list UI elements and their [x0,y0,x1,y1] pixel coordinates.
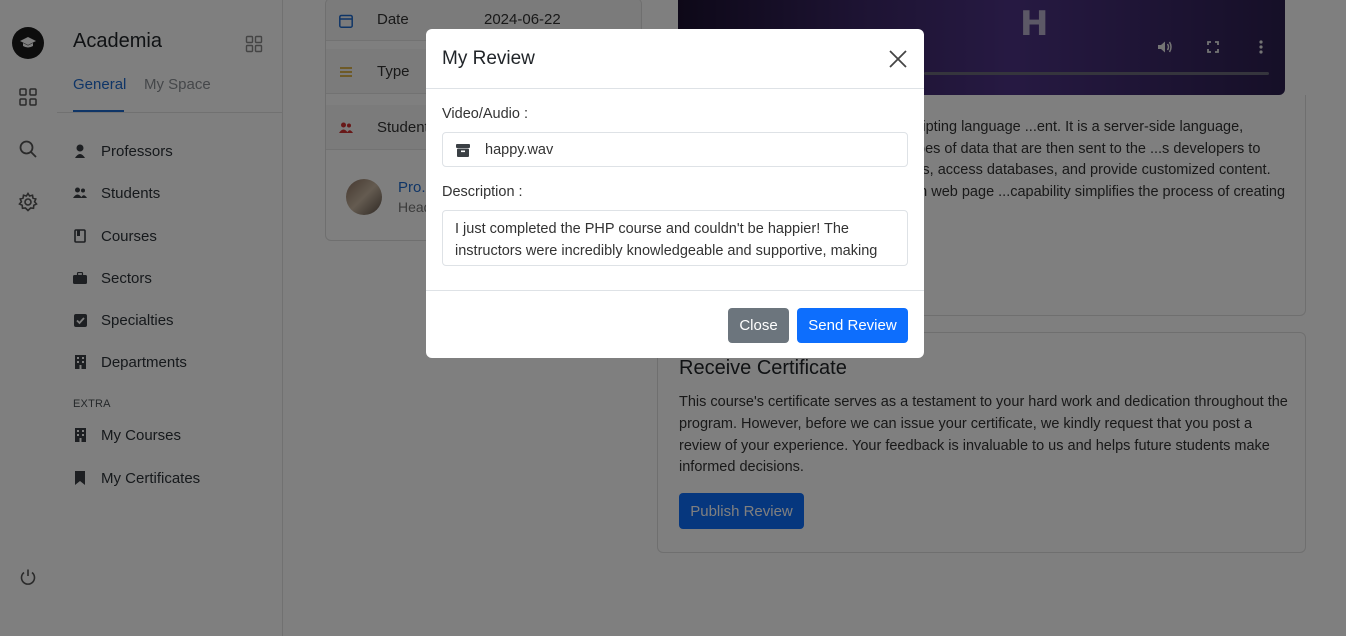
description-text: I just completed the PHP course and coul… [455,221,894,265]
review-modal: My Review Video/Audio : happy.wav Descri… [426,29,924,358]
archive-box-icon [456,144,470,158]
modal-footer: Close Send Review [426,290,924,358]
modal-header: My Review [426,29,924,89]
modal-title: My Review [442,48,535,69]
close-icon[interactable] [888,49,908,69]
close-button[interactable]: Close [728,308,789,343]
send-review-button[interactable]: Send Review [797,308,908,343]
media-file-name: happy.wav [485,142,554,158]
description-textarea[interactable]: I just completed the PHP course and coul… [442,210,908,266]
media-file-field[interactable]: happy.wav [442,132,908,167]
media-field-label: Video/Audio : [442,106,528,122]
description-field-label: Description : [442,184,523,200]
